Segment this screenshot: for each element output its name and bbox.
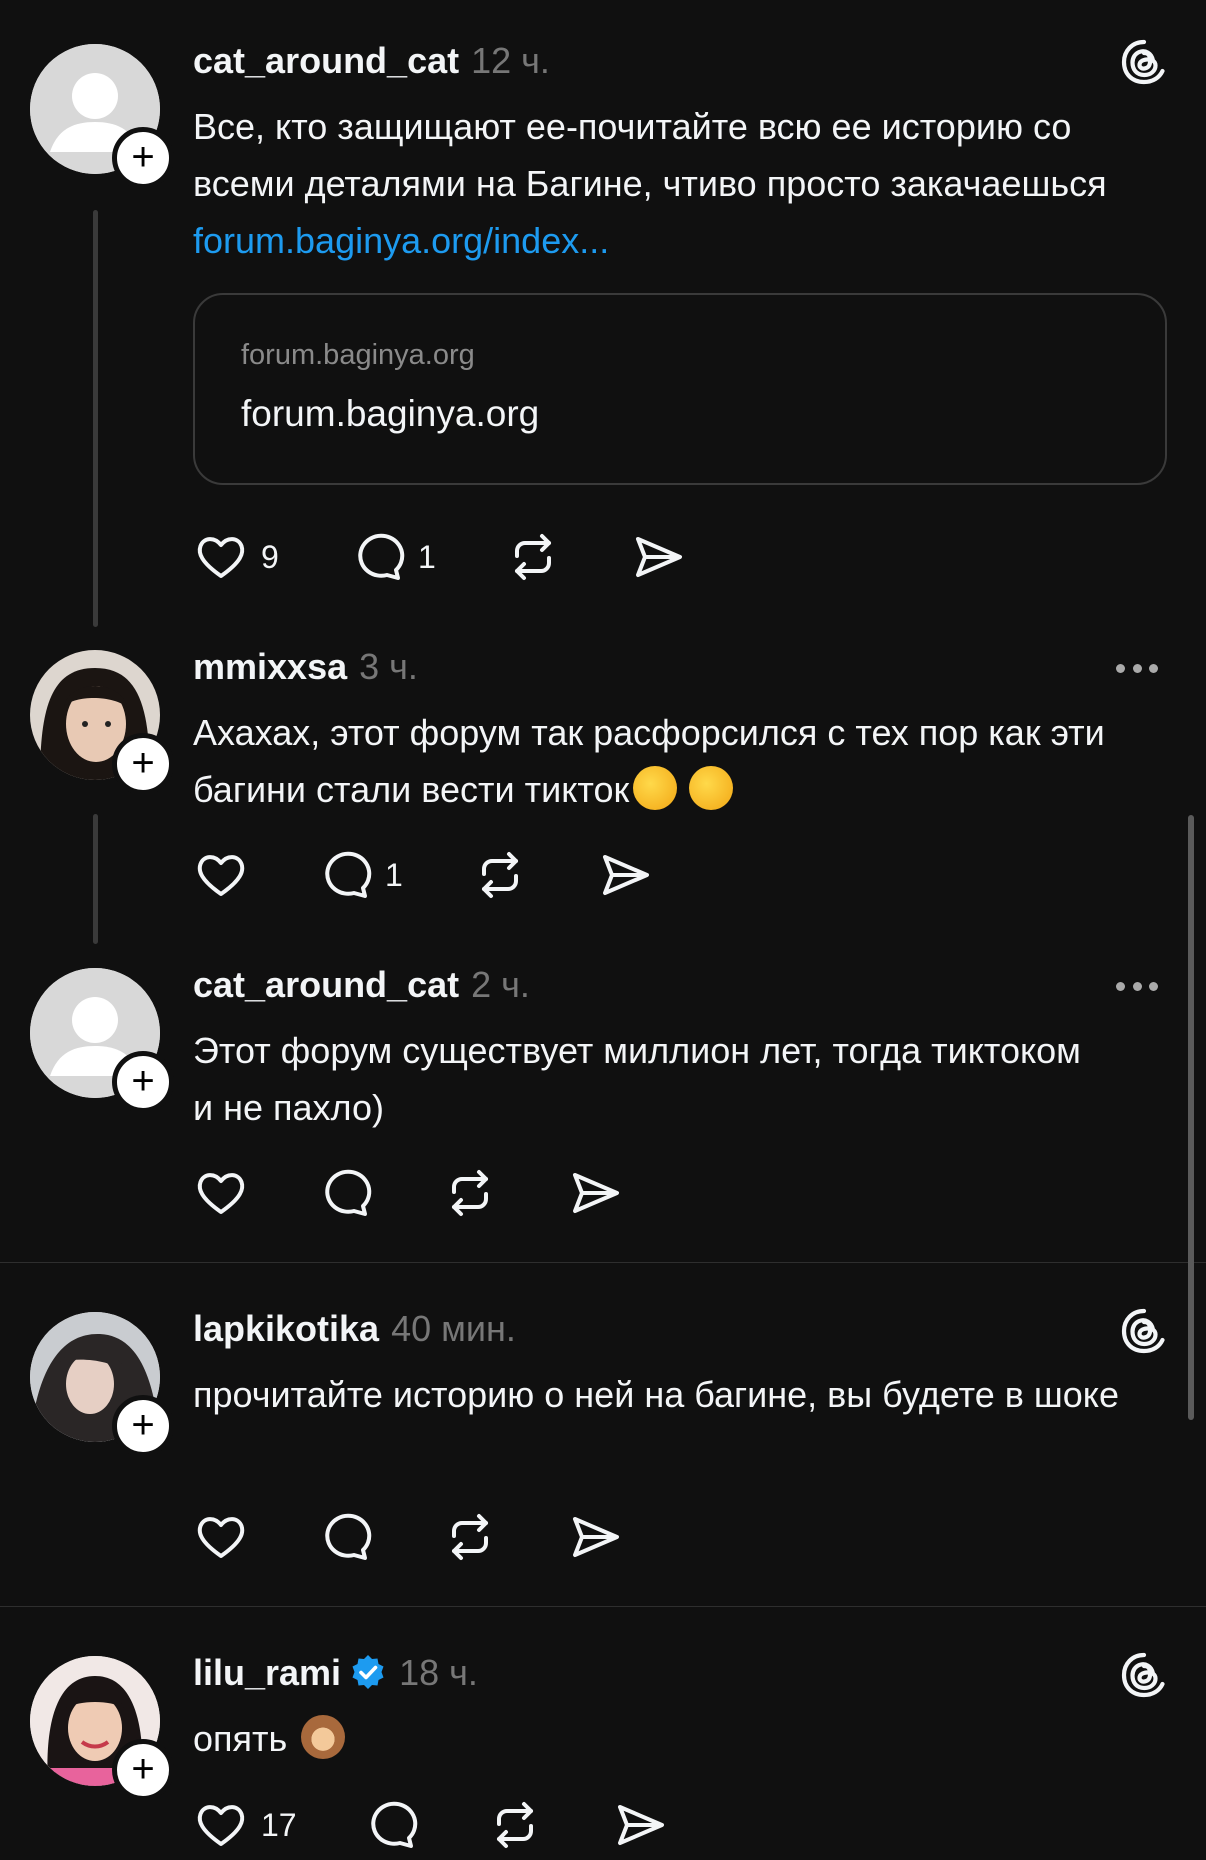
timestamp: 12 ч. <box>471 40 550 81</box>
reply-button[interactable] <box>317 1165 373 1221</box>
heart-icon <box>193 529 249 585</box>
like-button[interactable]: 9 <box>193 529 279 585</box>
link-domain: forum.baginya.org <box>241 339 475 371</box>
timestamp: 2 ч. <box>471 964 530 1005</box>
post-text: Этот форум существует миллион лет, тогда… <box>193 1030 1081 1128</box>
plus-icon: + <box>131 740 155 785</box>
more-button[interactable] <box>1116 661 1158 675</box>
username[interactable]: mmixxsa <box>193 646 347 687</box>
repost-icon <box>442 1165 498 1221</box>
send-icon <box>630 529 686 585</box>
follow-button[interactable]: + <box>112 127 174 189</box>
reply-button[interactable] <box>317 1509 373 1565</box>
repost-button[interactable] <box>505 529 561 585</box>
threads-logo-icon[interactable] <box>1120 38 1168 86</box>
send-icon <box>567 1509 623 1565</box>
repost-button[interactable] <box>442 1165 498 1221</box>
more-icon <box>1116 663 1125 673</box>
username[interactable]: lapkikotika <box>193 1308 379 1349</box>
plus-icon: + <box>131 1746 155 1791</box>
divider <box>0 1606 1206 1607</box>
timestamp: 18 ч. <box>399 1652 478 1693</box>
comment-icon <box>317 1165 373 1221</box>
post-link[interactable]: forum.baginya.org/index... <box>193 220 609 261</box>
verified-badge-icon <box>352 1655 384 1689</box>
repost-button[interactable] <box>487 1797 543 1853</box>
follow-button[interactable]: + <box>112 1739 174 1801</box>
heart-icon <box>193 1165 249 1221</box>
link-preview-card[interactable]: forum.baginya.org forum.baginya.org <box>193 293 1167 485</box>
repost-icon <box>487 1797 543 1853</box>
username[interactable]: lilu_rami <box>193 1652 341 1693</box>
share-button[interactable] <box>597 847 653 903</box>
post-text: прочитайте историю о ней на багине, вы б… <box>193 1374 1119 1415</box>
post-header: cat_around_cat 12 ч. <box>193 39 550 83</box>
post-header: cat_around_cat 2 ч. <box>193 963 530 1007</box>
more-icon <box>1116 981 1125 991</box>
reply-button[interactable] <box>363 1797 419 1853</box>
plus-icon: + <box>131 1058 155 1103</box>
heart-icon <box>193 847 249 903</box>
post-header: mmixxsa 3 ч. <box>193 645 418 689</box>
threads-logo-icon[interactable] <box>1120 1307 1168 1355</box>
repost-icon <box>472 847 528 903</box>
follow-button[interactable]: + <box>112 733 174 795</box>
post-header: lapkikotika 40 мин. <box>193 1307 516 1351</box>
like-button[interactable]: 17 <box>193 1797 297 1853</box>
thread-line <box>93 814 98 944</box>
rofl-emoji-icon <box>633 766 678 810</box>
thread-line <box>93 210 98 627</box>
comment-icon <box>350 529 406 585</box>
follow-button[interactable]: + <box>112 1395 174 1457</box>
follow-button[interactable]: + <box>112 1051 174 1113</box>
send-icon <box>597 847 653 903</box>
reply-count: 1 <box>418 538 436 575</box>
like-count: 17 <box>261 1806 297 1843</box>
username[interactable]: cat_around_cat <box>193 964 459 1005</box>
share-button[interactable] <box>630 529 686 585</box>
scrollbar[interactable] <box>1188 815 1194 1420</box>
username[interactable]: cat_around_cat <box>193 40 459 81</box>
repost-button[interactable] <box>472 847 528 903</box>
like-button[interactable] <box>193 1509 249 1565</box>
see-no-evil-monkey-emoji-icon <box>301 1715 346 1759</box>
more-button[interactable] <box>1116 979 1158 993</box>
post-body: опять <box>193 1718 298 1759</box>
threads-logo-icon[interactable] <box>1120 1651 1168 1699</box>
timestamp: 40 мин. <box>391 1308 516 1349</box>
comment-icon <box>317 1509 373 1565</box>
heart-icon <box>193 1509 249 1565</box>
repost-button[interactable] <box>442 1509 498 1565</box>
link-title: forum.baginya.org <box>241 393 540 434</box>
send-icon <box>612 1797 668 1853</box>
share-button[interactable] <box>567 1165 623 1221</box>
joy-emoji-icon <box>689 766 734 810</box>
plus-icon: + <box>131 1402 155 1447</box>
comment-icon <box>317 847 373 903</box>
post-text: Все, кто защищают ее-почитайте всю ее ис… <box>193 98 1173 269</box>
reply-button[interactable]: 1 <box>350 529 436 585</box>
share-button[interactable] <box>567 1509 623 1565</box>
timestamp: 3 ч. <box>359 646 418 687</box>
send-icon <box>567 1165 623 1221</box>
like-button[interactable] <box>193 847 249 903</box>
share-button[interactable] <box>612 1797 668 1853</box>
plus-icon: + <box>131 134 155 179</box>
comment-icon <box>363 1797 419 1853</box>
like-count: 9 <box>261 538 279 575</box>
post-text: опять <box>193 1710 1173 1767</box>
post-body: Все, кто защищают ее-почитайте всю ее ис… <box>193 106 1107 204</box>
heart-icon <box>193 1797 249 1853</box>
repost-icon <box>442 1509 498 1565</box>
reply-button[interactable]: 1 <box>317 847 403 903</box>
post-header: lilu_rami 18 ч. <box>193 1651 478 1695</box>
divider <box>0 1262 1206 1263</box>
reply-count: 1 <box>385 856 403 893</box>
like-button[interactable] <box>193 1165 249 1221</box>
post-text: Ахахах, этот форум так расфорсился с тех… <box>193 704 1173 818</box>
repost-icon <box>505 529 561 585</box>
